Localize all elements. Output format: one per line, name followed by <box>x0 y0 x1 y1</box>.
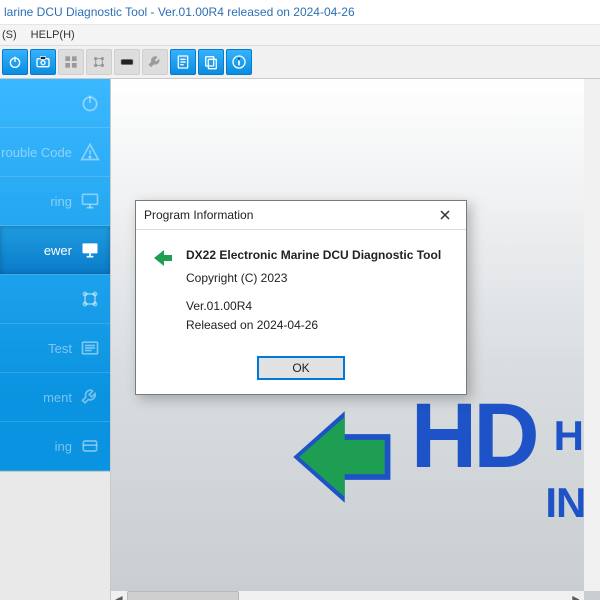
list-icon <box>80 338 100 358</box>
sidebar-item-0[interactable] <box>0 79 110 128</box>
arrow-logo-icon <box>279 377 399 537</box>
tb-info-icon[interactable] <box>226 49 252 75</box>
tb-grid-icon[interactable] <box>58 49 84 75</box>
app-window: larine DCU Diagnostic Tool - Ver.01.00R4… <box>0 0 600 600</box>
scroll-left-icon[interactable]: ◄ <box>111 591 127 600</box>
dialog-body: DX22 Electronic Marine DCU Diagnostic To… <box>136 230 466 350</box>
dialog-released: Released on 2024-04-26 <box>186 316 441 335</box>
monitor-icon <box>80 191 100 211</box>
sidebar-item-viewer[interactable]: ewer <box>0 226 110 275</box>
sidebar-item-4[interactable] <box>0 275 110 324</box>
dialog-titlebar[interactable]: Program Information <box>136 201 466 230</box>
dialog-close-button[interactable] <box>432 205 458 225</box>
scroll-right-icon[interactable]: ► <box>568 591 584 600</box>
titlebar: larine DCU Diagnostic Tool - Ver.01.00R4… <box>0 0 600 25</box>
sidebar-item-monitoring[interactable]: ring <box>0 177 110 226</box>
logo-hd-text: HD <box>411 390 536 482</box>
tb-camera-icon[interactable] <box>30 49 56 75</box>
tb-power-icon[interactable] <box>2 49 28 75</box>
ok-button[interactable]: OK <box>257 356 345 380</box>
close-icon <box>440 210 450 220</box>
dialog-copyright: Copyright (C) 2023 <box>186 269 441 288</box>
power-icon <box>80 93 100 113</box>
tb-tool-icon[interactable] <box>142 49 168 75</box>
dialog-footer: OK <box>136 350 466 394</box>
nodes-icon <box>80 289 100 309</box>
dialog-title: Program Information <box>144 208 253 222</box>
sidebar-item-setting[interactable]: ing <box>0 422 110 471</box>
scroll-thumb[interactable] <box>127 591 239 600</box>
sidebar-item-trouble-code[interactable]: rouble Code <box>0 128 110 177</box>
menu-help[interactable]: HELP(H) <box>31 29 75 41</box>
tb-doc-icon[interactable] <box>170 49 196 75</box>
tb-nodes-icon[interactable] <box>86 49 112 75</box>
hd-logo: HDHY INF <box>279 377 600 537</box>
menubar: (S) HELP(H) <box>0 25 600 46</box>
menu-s[interactable]: (S) <box>2 29 17 41</box>
window-title: larine DCU Diagnostic Tool - Ver.01.00R4… <box>4 5 355 19</box>
program-info-dialog: Program Information DX22 Electronic Mari… <box>135 200 467 395</box>
dialog-app-icon <box>150 246 174 334</box>
wrench-icon <box>80 387 100 407</box>
card-icon <box>80 436 100 456</box>
dialog-product: DX22 Electronic Marine DCU Diagnostic To… <box>186 246 441 265</box>
sidebar-item-test[interactable]: Test <box>0 324 110 373</box>
sidebar: rouble Code ring ewer Test ment <box>0 79 110 600</box>
tb-copy-icon[interactable] <box>198 49 224 75</box>
tb-eol-icon[interactable] <box>114 49 140 75</box>
scrollbar-horizontal[interactable]: ◄ ► <box>111 591 584 600</box>
scrollbar-vertical[interactable] <box>584 79 600 591</box>
monitor-icon <box>80 240 100 260</box>
warning-icon <box>80 142 100 162</box>
sidebar-footer <box>0 471 110 600</box>
dialog-version: Ver.01.00R4 <box>186 297 441 316</box>
toolbar <box>0 46 600 79</box>
sidebar-item-management[interactable]: ment <box>0 373 110 422</box>
